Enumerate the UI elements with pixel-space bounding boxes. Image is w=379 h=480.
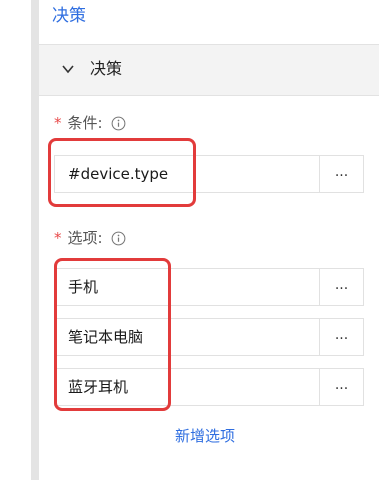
info-icon[interactable]	[111, 231, 126, 246]
condition-more-button[interactable]: ...	[319, 156, 363, 192]
add-option-link[interactable]: 新增选项	[175, 426, 235, 446]
highlight-box-condition	[48, 138, 196, 207]
option-more-button[interactable]: ...	[319, 319, 363, 355]
left-gutter	[0, 0, 31, 480]
condition-label: * 条件:	[54, 113, 126, 133]
chevron-down-icon[interactable]	[61, 62, 75, 76]
panel-title: 决策	[52, 6, 86, 26]
options-label-text: 选项:	[67, 229, 103, 247]
section-header-decision[interactable]: 决策	[39, 44, 379, 96]
option-more-button[interactable]: ...	[319, 369, 363, 405]
panel-divider	[31, 0, 39, 480]
required-mark: *	[54, 229, 62, 247]
info-icon[interactable]	[111, 116, 126, 131]
section-label: 决策	[90, 59, 123, 78]
required-mark: *	[54, 114, 62, 132]
condition-label-text: 条件:	[67, 114, 103, 132]
options-label: * 选项:	[54, 228, 126, 248]
option-more-button[interactable]: ...	[319, 269, 363, 305]
highlight-box-options	[54, 258, 171, 411]
